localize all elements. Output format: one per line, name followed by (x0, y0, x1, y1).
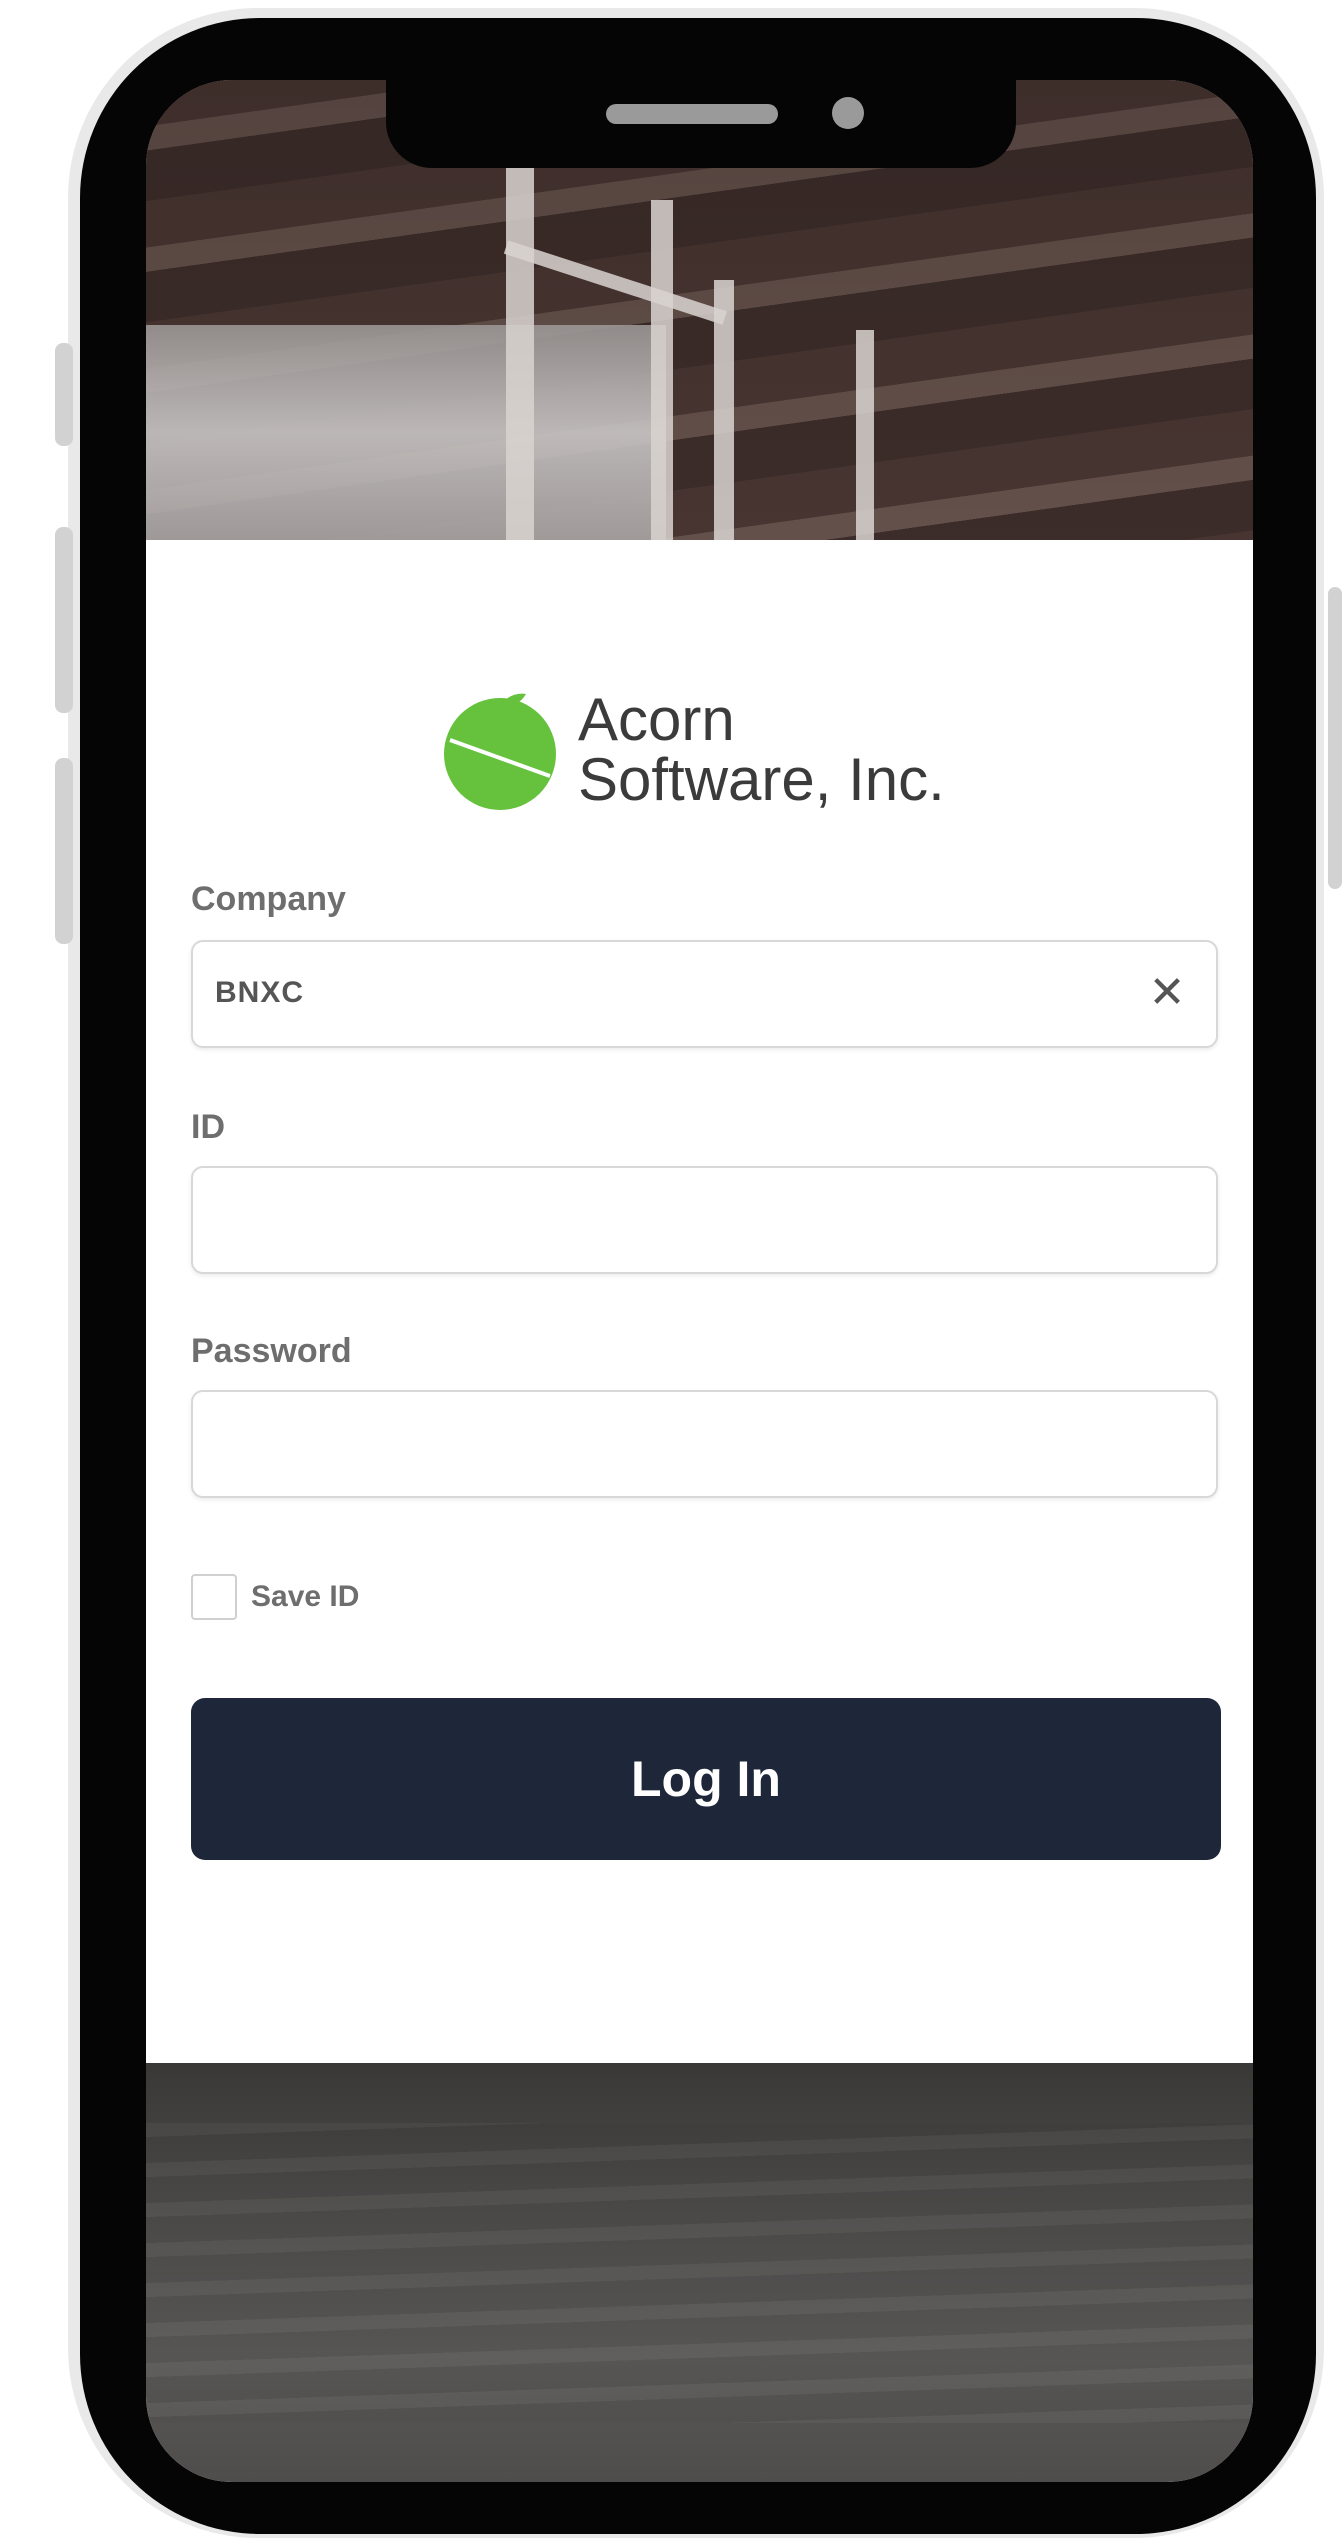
company-name: Acorn Software, Inc. (578, 690, 945, 810)
company-input-value: BNXC (215, 976, 305, 1009)
app-screen (146, 80, 1253, 2482)
company-label: Company (191, 880, 346, 918)
rack-post (856, 330, 874, 540)
speaker-grille (606, 104, 778, 124)
acorn-logo-icon (444, 693, 556, 810)
save-id-row[interactable]: Save ID (191, 1570, 591, 1626)
login-button[interactable]: Log In (191, 1698, 1221, 1860)
password-input[interactable] (191, 1390, 1218, 1498)
rack-post (651, 200, 673, 540)
close-icon[interactable]: ✕ (1140, 966, 1194, 1020)
rack-post (506, 140, 534, 540)
company-name-line1: Acorn (578, 686, 735, 753)
power-button (1328, 587, 1342, 889)
warehouse-floor-image (146, 2063, 1253, 2482)
company-name-line2: Software, Inc. (578, 746, 945, 813)
save-id-checkbox[interactable] (191, 1574, 237, 1620)
volume-down-button (55, 758, 73, 944)
silent-switch (55, 343, 73, 446)
company-logo: Acorn Software, Inc. (440, 690, 1000, 830)
notch (386, 80, 1016, 168)
volume-up-button (55, 527, 73, 713)
pallet-shape (146, 325, 666, 540)
rack-beam (503, 240, 727, 325)
id-label: ID (191, 1108, 225, 1146)
id-input[interactable] (191, 1166, 1218, 1274)
front-camera (832, 97, 864, 129)
floor-texture (146, 2123, 1253, 2423)
save-id-label: Save ID (251, 1580, 360, 1613)
password-label: Password (191, 1332, 352, 1370)
company-input[interactable]: BNXC ✕ (191, 940, 1218, 1048)
